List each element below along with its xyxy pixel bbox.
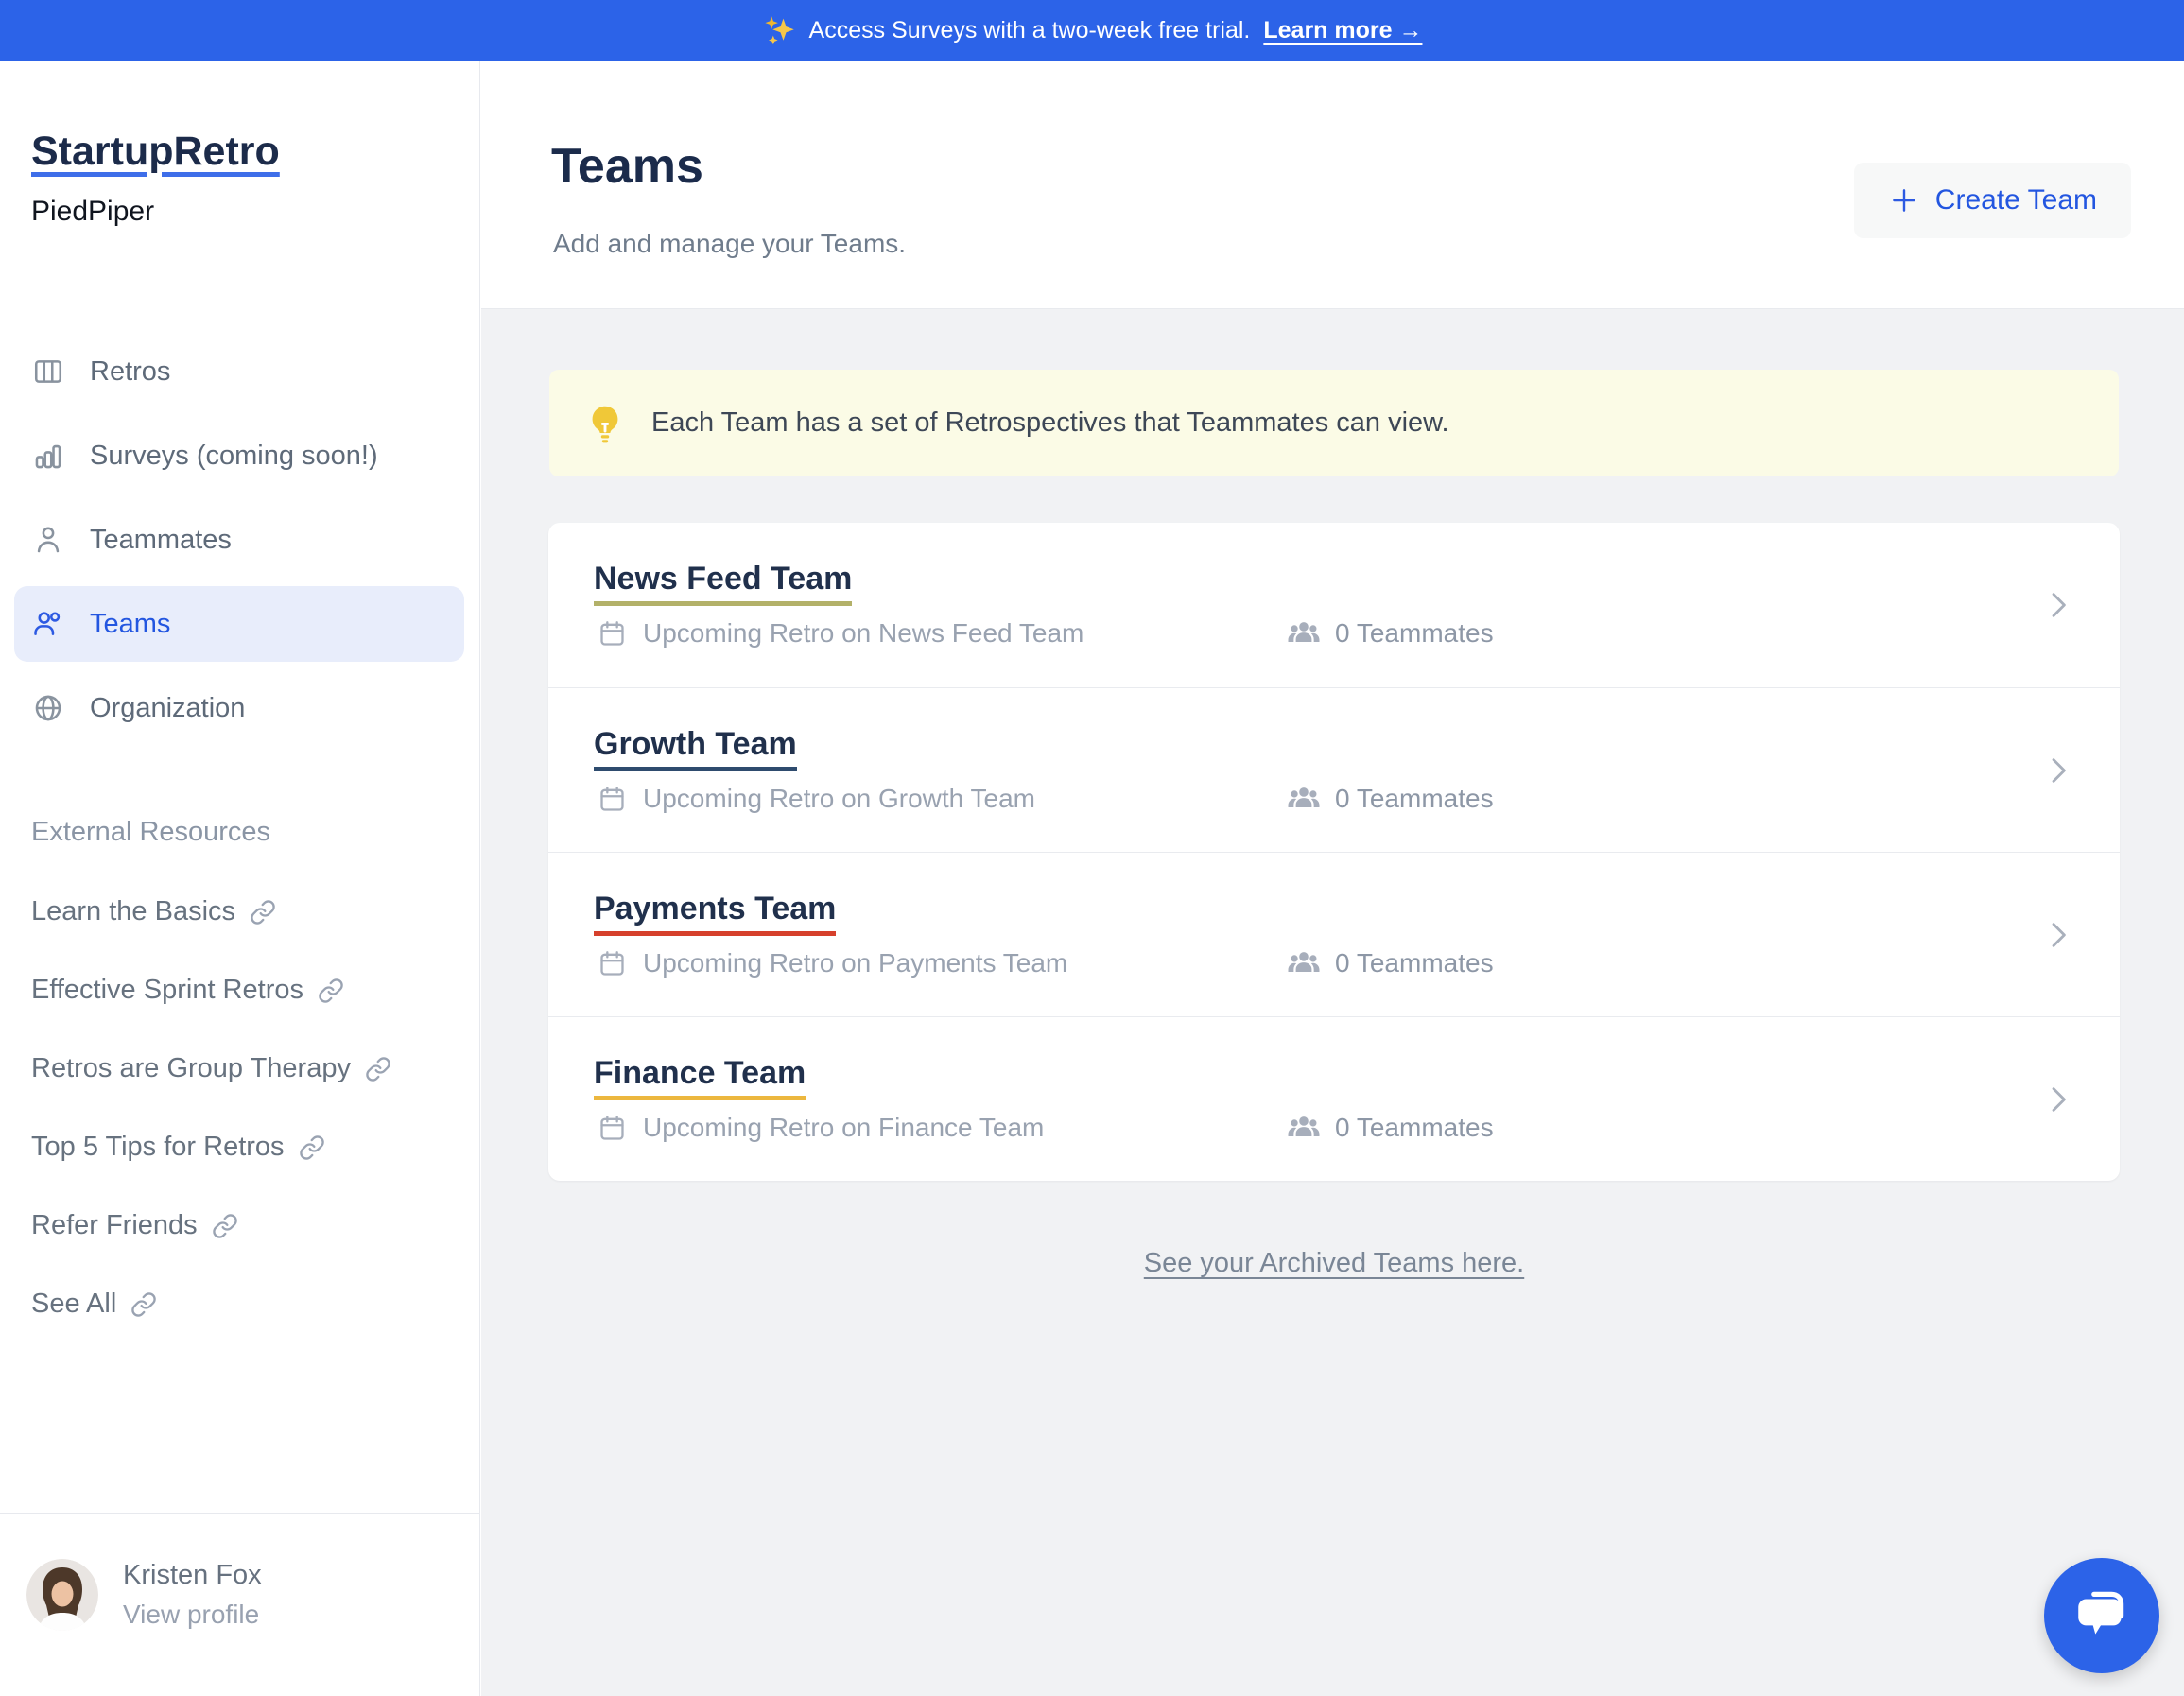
sidebar-item-teams[interactable]: Teams: [14, 586, 464, 662]
team-upcoming-retro: Upcoming Retro on Payments Team: [598, 948, 1067, 978]
organization-name: PiedPiper: [31, 196, 154, 228]
kanban-icon: [32, 355, 64, 388]
sidebar-item-label: Surveys (coming soon!): [90, 441, 378, 472]
external-links: Learn the Basics Effective Sprint Retros…: [31, 896, 391, 1320]
chevron-right-icon[interactable]: [2042, 1083, 2074, 1116]
sidebar-nav: Retros Surveys (coming soon!) Teammates …: [14, 334, 464, 746]
sidebar-item-teammates[interactable]: Teammates: [14, 502, 464, 578]
team-row-news-feed[interactable]: News Feed Team Upcoming Retro on News Fe…: [548, 523, 2120, 687]
team-teammates-count: 0 Teammates: [1287, 782, 1494, 816]
plus-icon: [1888, 184, 1920, 216]
people-group-icon: [1287, 946, 1321, 980]
avatar: [26, 1559, 98, 1631]
calendar-icon: [598, 949, 627, 978]
sidebar-item-label: Retros: [90, 356, 170, 388]
app-logo-link[interactable]: StartupRetro: [31, 129, 280, 175]
bar-chart-icon: [32, 440, 64, 472]
team-teammates-count: 0 Teammates: [1287, 1111, 1494, 1145]
people-group-icon: [1287, 1111, 1321, 1145]
trial-banner-text: Access Surveys with a two-week free tria…: [809, 17, 1251, 44]
trial-banner: Access Surveys with a two-week free tria…: [0, 0, 2184, 61]
chevron-right-icon[interactable]: [2042, 589, 2074, 621]
person-icon: [32, 524, 64, 556]
chevron-right-icon[interactable]: [2042, 919, 2074, 951]
link-icon: [250, 899, 276, 926]
chevron-right-icon[interactable]: [2042, 754, 2074, 787]
sidebar-item-surveys[interactable]: Surveys (coming soon!): [14, 418, 464, 493]
people-group-icon: [1287, 616, 1321, 650]
user-name: Kristen Fox: [123, 1560, 262, 1591]
team-name[interactable]: Payments Team: [594, 891, 836, 936]
external-link-see-all[interactable]: See All: [31, 1289, 391, 1320]
external-resources-header: External Resources: [31, 817, 270, 848]
team-upcoming-retro: Upcoming Retro on Finance Team: [598, 1113, 1044, 1143]
link-icon: [365, 1056, 391, 1082]
team-row-growth[interactable]: Growth Team Upcoming Retro on Growth Tea…: [548, 687, 2120, 852]
user-profile[interactable]: Kristen Fox View profile: [0, 1513, 479, 1696]
view-profile-link[interactable]: View profile: [123, 1600, 262, 1630]
external-link-learn-basics[interactable]: Learn the Basics: [31, 896, 391, 927]
link-icon: [130, 1291, 157, 1318]
calendar-icon: [598, 619, 627, 649]
archived-teams-link[interactable]: See your Archived Teams here.: [548, 1248, 2120, 1279]
team-upcoming-retro: Upcoming Retro on News Feed Team: [598, 618, 1083, 649]
sidebar: StartupRetro PiedPiper Retros Surveys (c…: [0, 61, 480, 1696]
external-link-top-tips[interactable]: Top 5 Tips for Retros: [31, 1132, 391, 1163]
team-row-finance[interactable]: Finance Team Upcoming Retro on Finance T…: [548, 1016, 2120, 1181]
page-header: Teams Add and manage your Teams. Create …: [481, 61, 2184, 309]
external-link-group-therapy[interactable]: Retros are Group Therapy: [31, 1053, 391, 1084]
people-group-icon: [1287, 782, 1321, 816]
chat-bubble-icon: [2071, 1583, 2133, 1650]
sparkles-icon: [762, 13, 796, 47]
globe-icon: [32, 692, 64, 724]
page-title: Teams: [551, 138, 703, 195]
sidebar-item-retros[interactable]: Retros: [14, 334, 464, 409]
team-teammates-count: 0 Teammates: [1287, 946, 1494, 980]
link-icon: [212, 1213, 238, 1239]
sidebar-item-label: Teams: [90, 609, 170, 640]
team-teammates-count: 0 Teammates: [1287, 616, 1494, 650]
team-name[interactable]: Growth Team: [594, 726, 797, 771]
link-icon: [318, 978, 344, 1004]
link-icon: [299, 1134, 325, 1161]
sidebar-item-organization[interactable]: Organization: [14, 670, 464, 746]
calendar-icon: [598, 1114, 627, 1143]
team-row-payments[interactable]: Payments Team Upcoming Retro on Payments…: [548, 852, 2120, 1016]
learn-more-link[interactable]: Learn more →: [1263, 17, 1422, 44]
create-team-button[interactable]: Create Team: [1854, 163, 2131, 238]
external-link-refer-friends[interactable]: Refer Friends: [31, 1210, 391, 1241]
team-name[interactable]: Finance Team: [594, 1055, 806, 1100]
page-subtitle: Add and manage your Teams.: [553, 229, 906, 259]
sidebar-item-label: Organization: [90, 693, 245, 724]
sidebar-item-label: Teammates: [90, 525, 232, 556]
tip-banner: Each Team has a set of Retrospectives th…: [549, 370, 2119, 476]
people-icon: [32, 608, 64, 640]
main-content: Teams Add and manage your Teams. Create …: [481, 61, 2184, 1696]
lightbulb-icon: [583, 402, 627, 445]
tip-banner-text: Each Team has a set of Retrospectives th…: [651, 407, 1449, 439]
external-link-sprint-retros[interactable]: Effective Sprint Retros: [31, 975, 391, 1006]
team-upcoming-retro: Upcoming Retro on Growth Team: [598, 784, 1035, 814]
chat-widget-button[interactable]: [2044, 1558, 2159, 1673]
team-list: News Feed Team Upcoming Retro on News Fe…: [548, 523, 2120, 1181]
team-name[interactable]: News Feed Team: [594, 561, 852, 606]
calendar-icon: [598, 785, 627, 814]
